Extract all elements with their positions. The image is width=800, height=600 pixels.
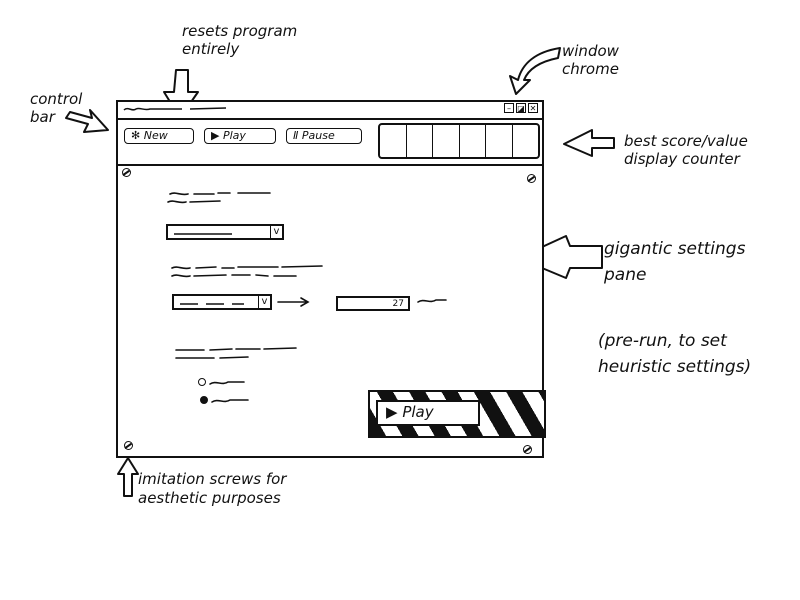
radio-option-1[interactable] (198, 378, 206, 386)
radio-option-2[interactable] (200, 396, 208, 404)
play-button-label: Play (222, 129, 246, 142)
arrow-control-bar (65, 109, 109, 133)
minimize-icon[interactable]: – (504, 103, 514, 113)
close-icon[interactable]: ✕ (528, 103, 538, 113)
arrow-best-score (563, 129, 615, 157)
new-button-label: New (143, 129, 168, 142)
big-play-label: Play (402, 403, 434, 421)
chevron-down-icon: v (270, 226, 282, 238)
control-bar: ✻ New ▶ Play Ⅱ Pause (118, 118, 542, 166)
dropdown-value-scribble (174, 233, 232, 235)
arrow-screws (117, 457, 139, 497)
pause-icon: Ⅱ (293, 129, 299, 142)
counter-digit (513, 125, 539, 157)
big-play-panel: ▶ Play (368, 390, 546, 438)
app-window: – ◪ ✕ ✻ New ▶ Play Ⅱ Pause v v 27 ▶ Play (116, 100, 546, 458)
setting-dropdown-1[interactable]: v (166, 224, 284, 240)
number-field[interactable]: 27 (336, 296, 410, 311)
counter-digit (460, 125, 486, 157)
settings-pane: v v 27 ▶ Play (118, 164, 546, 456)
play-icon: ▶ (386, 403, 398, 421)
setting-dropdown-2[interactable]: v (172, 294, 272, 310)
title-scribble (123, 107, 227, 111)
best-score-counter (378, 123, 540, 159)
counter-digit (380, 125, 407, 157)
big-play-button[interactable]: ▶ Play (376, 400, 480, 426)
pause-button[interactable]: Ⅱ Pause (286, 128, 362, 144)
play-icon: ▶ (211, 129, 220, 142)
maximize-icon[interactable]: ◪ (516, 103, 526, 113)
counter-digit (486, 125, 513, 157)
sparkle-icon: ✻ (131, 129, 141, 142)
window-chrome: – ◪ ✕ (504, 103, 538, 113)
play-button[interactable]: ▶ Play (204, 128, 276, 144)
counter-digit (407, 125, 433, 157)
chevron-down-icon: v (258, 296, 270, 308)
new-button[interactable]: ✻ New (124, 128, 194, 144)
pause-button-label: Pause (301, 129, 335, 142)
arrow-window-chrome (509, 47, 561, 95)
counter-digit (433, 125, 460, 157)
dropdown-value-scribble (180, 303, 244, 305)
